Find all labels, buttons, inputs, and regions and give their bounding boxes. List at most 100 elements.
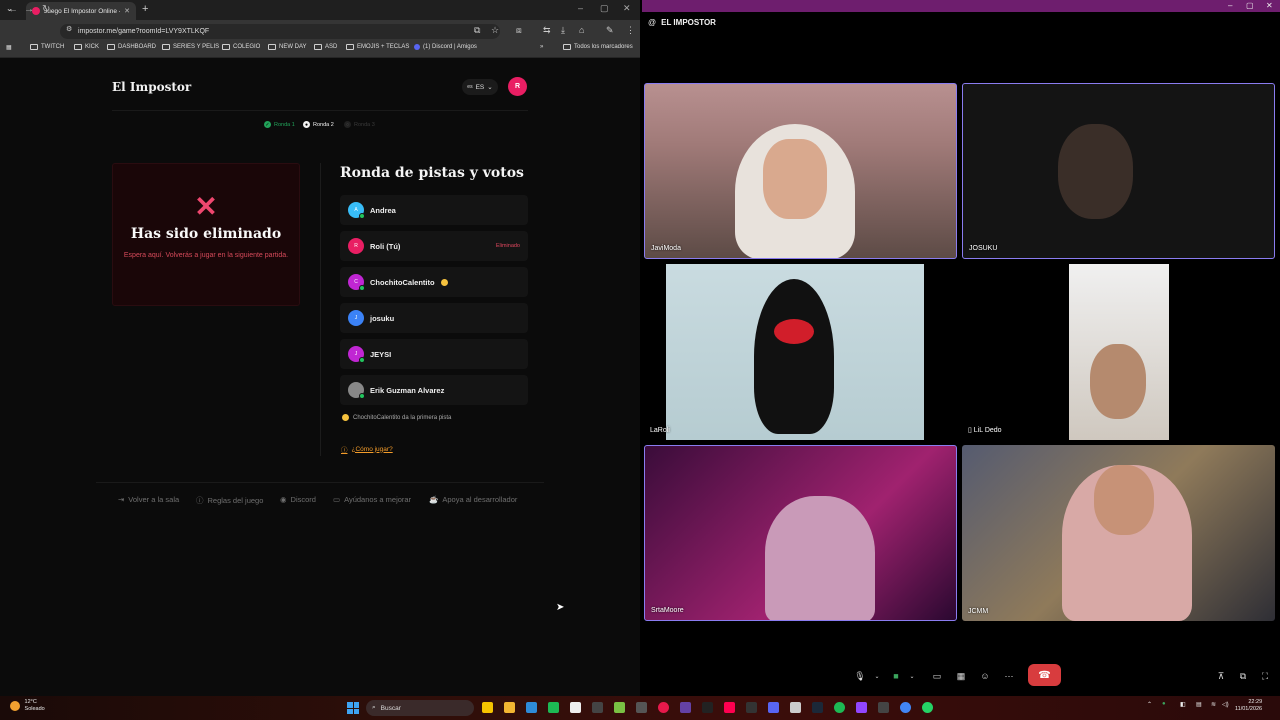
player-row[interactable]: Jjosuku — [340, 303, 528, 333]
file-explorer-icon[interactable] — [504, 702, 515, 713]
soundboard-icon[interactable]: ☺ — [977, 669, 993, 683]
wifi-icon[interactable]: ≋ — [1211, 701, 1216, 708]
bookmarks-overflow[interactable]: » — [540, 44, 543, 50]
bookmark-series[interactable]: SERIES Y PELIS — [162, 44, 219, 50]
forward-icon[interactable]: → — [24, 4, 34, 15]
app-icon[interactable] — [702, 702, 713, 713]
spotify-icon[interactable] — [834, 702, 845, 713]
app-icon[interactable] — [548, 702, 559, 713]
language-selector[interactable]: es ES ⌄ — [462, 79, 498, 95]
video-tile-javimoda[interactable]: JaviModa — [644, 83, 957, 259]
puzzle-icon[interactable]: ⌂ — [579, 25, 584, 35]
app-icon[interactable] — [746, 702, 757, 713]
close-window-icon[interactable]: ✕ — [623, 3, 631, 14]
more-options-icon[interactable]: ⋯ — [1001, 669, 1017, 683]
disconnect-button[interactable]: ☎ — [1028, 664, 1061, 686]
camera-options-chevron-icon[interactable]: ⌄ — [904, 669, 920, 683]
bookmark-emojis[interactable]: EMOJIS + TECLAS — [346, 44, 409, 50]
tray-app-icon[interactable]: ▤ — [1196, 701, 1202, 708]
popout-icon[interactable]: ⧉ — [1235, 669, 1251, 683]
bookmark-twitch[interactable]: TWITCH — [30, 44, 64, 50]
pin-icon[interactable]: ⊼ — [1213, 669, 1229, 683]
weather-widget[interactable]: 12°C Soleado — [10, 699, 45, 713]
app-icon[interactable] — [680, 702, 691, 713]
minimize-icon[interactable]: – — [1228, 1, 1232, 10]
video-tile-jcmm[interactable]: JCMM — [962, 445, 1275, 621]
apps-icon[interactable]: ▦ — [6, 44, 12, 51]
system-clock[interactable]: 22:29 11/01/2026 — [1235, 699, 1262, 713]
bookmark-discord[interactable]: (1) Discord | Amigos — [414, 44, 477, 50]
minimize-icon[interactable]: – — [578, 3, 583, 13]
bookmark-kick[interactable]: KICK — [74, 44, 99, 50]
back-icon[interactable]: ← — [8, 4, 18, 15]
screen-share-icon[interactable]: ▭ — [929, 669, 945, 683]
footer-support[interactable]: ☕ Apoya al desarrollador — [429, 495, 517, 504]
profile-switch-icon[interactable]: ⇆ — [543, 25, 551, 36]
windows-start-icon[interactable] — [347, 702, 359, 714]
site-brand[interactable]: El Impostor — [112, 80, 191, 94]
chrome-icon[interactable] — [900, 702, 911, 713]
step-round-2: ● Ronda 2 — [303, 121, 334, 128]
vscode-icon[interactable] — [526, 702, 537, 713]
maximize-icon[interactable]: ▢ — [600, 3, 609, 14]
nvidia-icon[interactable] — [614, 702, 625, 713]
bookmark-colegio[interactable]: COLEGIO — [222, 44, 260, 50]
tiktok-icon[interactable] — [724, 702, 735, 713]
video-tile-josuku[interactable]: JOSUKU — [962, 83, 1275, 259]
extensions-icon[interactable]: ⧈ — [516, 25, 522, 36]
menu-icon[interactable]: ⋮ — [626, 25, 635, 36]
player-row[interactable]: C ChochitoCalentito — [340, 267, 528, 297]
twitch-icon[interactable] — [856, 702, 867, 713]
player-row[interactable]: R Roli (Tú) Eliminado — [340, 231, 528, 261]
player-row[interactable]: A Andrea — [340, 195, 528, 225]
taskbar-search[interactable]: ⌕ Buscar — [366, 700, 474, 716]
how-to-play-link[interactable]: ⓘ ¿Cómo jugar? — [341, 444, 393, 455]
tray-app-icon[interactable]: ◧ — [1180, 701, 1186, 708]
player-row[interactable]: Erik Guzman Alvarez — [340, 375, 528, 405]
address-bar[interactable]: impostor.me/game?roomId=LVY9XTLKQF — [60, 24, 500, 39]
tray-chevron-icon[interactable]: ⌃ — [1147, 701, 1152, 708]
video-tile-srtamoore[interactable]: SrtaMoore — [644, 445, 957, 621]
bookmark-dashboard[interactable]: DASHBOARD — [107, 44, 156, 50]
video-tile-laroli[interactable]: LaRoli — [644, 264, 957, 440]
close-window-icon[interactable]: ✕ — [1266, 1, 1273, 10]
user-avatar[interactable]: R — [508, 77, 527, 96]
store-icon[interactable] — [570, 702, 581, 713]
obs-icon[interactable] — [658, 702, 669, 713]
footer-feedback[interactable]: ▭ Ayúdanos a mejorar — [333, 495, 411, 504]
video-tile-lil-dedo[interactable]: ▯ LiL Dedo — [962, 264, 1275, 440]
footer-back-to-room[interactable]: ⇥ Volver a la sala — [118, 495, 179, 504]
activities-icon[interactable]: ▦ — [953, 669, 969, 683]
app-icon[interactable] — [636, 702, 647, 713]
bookmark-star-icon[interactable]: ☆ — [491, 25, 499, 36]
reload-icon[interactable]: ↻ — [42, 4, 50, 15]
tray-app-icon[interactable]: ● — [1162, 701, 1166, 707]
bookmark-asd[interactable]: ASD — [314, 44, 337, 50]
footer-discord[interactable]: ◉ Discord — [280, 495, 316, 504]
player-name: Erik Guzman Alvarez — [370, 385, 445, 395]
pen-icon[interactable]: ✎ — [606, 25, 614, 36]
folder-icon — [222, 44, 230, 50]
fullscreen-icon[interactable]: ⛶ — [1257, 669, 1273, 683]
app-icon[interactable] — [592, 702, 603, 713]
site-info-icon[interactable]: ⚙ — [66, 25, 72, 33]
download-icon[interactable]: ⤓ — [561, 25, 565, 36]
new-tab-icon[interactable]: + — [142, 3, 148, 15]
mic-options-chevron-icon[interactable]: ⌄ — [869, 669, 885, 683]
steam-icon[interactable] — [812, 702, 823, 713]
close-tab-icon[interactable]: ✕ — [124, 7, 130, 15]
camera-icon[interactable]: ■ — [888, 669, 904, 683]
maximize-icon[interactable]: ▢ — [1246, 1, 1254, 10]
app-icon[interactable] — [878, 702, 889, 713]
footer-rules[interactable]: ⓘ Reglas del juego — [196, 495, 263, 506]
microphone-icon[interactable]: 🎙 — [852, 669, 868, 683]
volume-icon[interactable]: ◁) — [1222, 701, 1229, 708]
discord-icon[interactable] — [768, 702, 779, 713]
bookmark-new-day[interactable]: NEW DAY — [268, 44, 307, 50]
whatsapp-icon[interactable] — [922, 702, 933, 713]
all-bookmarks[interactable]: Todos los marcadores — [563, 44, 633, 50]
sticky-notes-icon[interactable] — [482, 702, 493, 713]
app-icon[interactable] — [790, 702, 801, 713]
player-row[interactable]: J JEYSI — [340, 339, 528, 369]
cast-icon[interactable]: ⧉ — [474, 25, 480, 36]
